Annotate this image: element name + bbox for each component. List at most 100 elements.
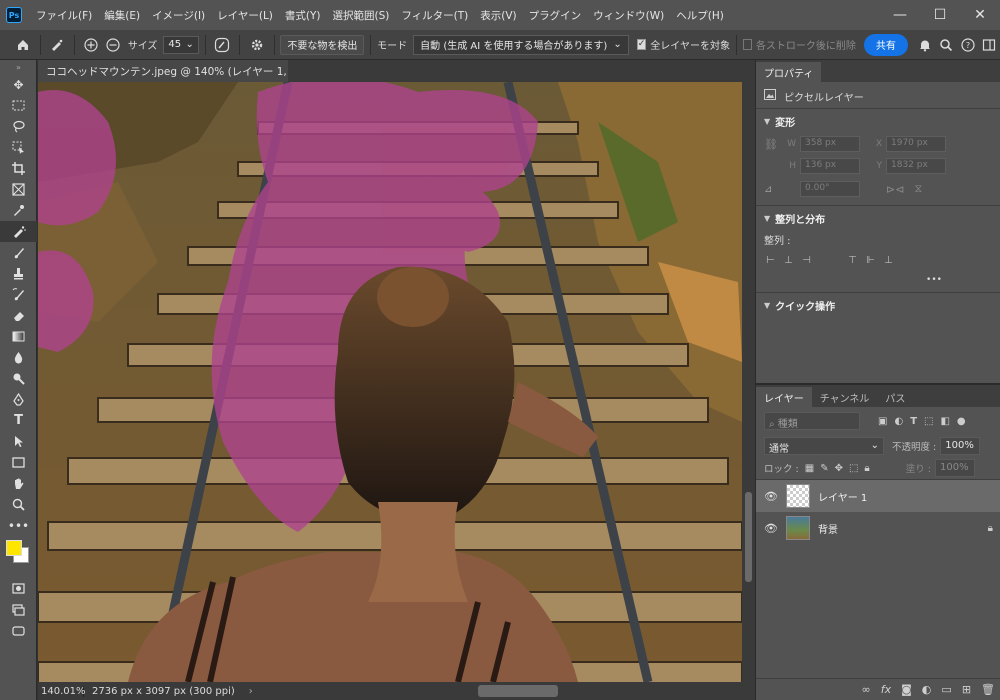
new-layer-icon[interactable]: ⊞ — [962, 683, 971, 696]
all-layers-checkbox[interactable]: ✓ — [636, 39, 647, 50]
lock-all-icon[interactable]: 🔒︎ — [864, 463, 869, 474]
width-field[interactable]: 358 px — [800, 136, 860, 152]
history-brush-tool-icon[interactable] — [0, 284, 37, 305]
menu-layer[interactable]: レイヤー(L) — [211, 8, 279, 23]
subtract-from-brush-icon[interactable] — [104, 34, 122, 56]
eyedropper-tool-icon[interactable] — [0, 200, 37, 221]
remove-after-stroke-checkbox[interactable] — [742, 39, 752, 50]
size-input[interactable]: 45 ⌄ — [163, 35, 199, 54]
menu-image[interactable]: イメージ(I) — [146, 8, 211, 23]
trash-icon[interactable]: 🗑︎ — [981, 683, 995, 696]
align-hcenter-icon[interactable]: ⊥ — [782, 254, 795, 267]
remove-tool-icon[interactable] — [0, 221, 37, 242]
filter-type-icon[interactable]: T — [910, 416, 917, 427]
document-canvas[interactable] — [38, 82, 742, 682]
height-field[interactable]: 136 px — [800, 158, 860, 174]
maximize-icon[interactable]: ☐ — [920, 0, 960, 30]
lock-artboard-icon[interactable]: ⬚ — [849, 463, 858, 474]
menu-window[interactable]: ウィンドウ(W) — [587, 8, 670, 23]
foreground-color-swatch[interactable] — [6, 540, 22, 556]
link-icon[interactable]: ⛓ — [764, 138, 784, 151]
close-icon[interactable]: ✕ — [960, 0, 1000, 30]
document-tab[interactable]: ココヘッドマウンテン.jpeg @ 140% (レイヤー 1, RGB/8#) … — [38, 60, 288, 82]
hand-tool-icon[interactable] — [0, 473, 37, 494]
blur-tool-icon[interactable] — [0, 347, 37, 368]
chevron-right-icon[interactable]: › — [249, 686, 253, 697]
menu-file[interactable]: ファイル(F) — [30, 8, 98, 23]
eye-icon[interactable]: 👁︎ — [764, 522, 778, 535]
filter-toggle-icon[interactable]: ● — [957, 416, 966, 427]
menu-filter[interactable]: フィルター(T) — [395, 8, 474, 23]
align-top-icon[interactable]: ⊤ — [846, 254, 859, 267]
detect-distractions-button[interactable]: 不要な物を検出 — [280, 34, 365, 55]
lasso-tool-icon[interactable] — [0, 116, 37, 137]
collapse-chevron-icon[interactable]: » — [0, 60, 37, 74]
notification-bell-icon[interactable] — [916, 34, 934, 56]
filter-pixel-icon[interactable]: ▣ — [878, 416, 887, 427]
lock-pixels-icon[interactable]: ✎ — [820, 463, 828, 474]
menu-help[interactable]: ヘルプ(H) — [670, 8, 730, 23]
path-selection-tool-icon[interactable] — [0, 431, 37, 452]
workspace-icon[interactable] — [981, 34, 999, 56]
help-icon[interactable]: ? — [959, 34, 977, 56]
more-tools-icon[interactable]: ••• — [0, 515, 37, 536]
angle-field[interactable]: 0.00° — [800, 181, 860, 197]
object-selection-tool-icon[interactable] — [0, 137, 37, 158]
flip-horizontal-icon[interactable]: ⊳⊲ — [886, 183, 904, 196]
menu-type[interactable]: 書式(Y) — [279, 8, 327, 23]
link-layers-icon[interactable]: ∞ — [862, 683, 871, 696]
align-right-icon[interactable]: ⊣ — [800, 254, 813, 267]
minimize-icon[interactable]: — — [880, 0, 920, 30]
vertical-scrollbar[interactable] — [742, 82, 755, 682]
tab-channels[interactable]: チャンネル — [812, 387, 878, 407]
folder-icon[interactable]: ▭ — [941, 683, 951, 696]
zoom-tool-icon[interactable] — [0, 494, 37, 515]
add-mask-icon[interactable]: ◙ — [901, 683, 912, 696]
frame-tool-icon[interactable] — [0, 179, 37, 200]
align-section-header[interactable]: ▼ 整列と分布 — [756, 206, 1000, 230]
pressure-size-icon[interactable] — [214, 34, 232, 56]
dodge-tool-icon[interactable] — [0, 368, 37, 389]
clone-stamp-tool-icon[interactable] — [0, 263, 37, 284]
transform-section-header[interactable]: ▼ 変形 — [756, 109, 1000, 133]
crop-tool-icon[interactable] — [0, 158, 37, 179]
menu-select[interactable]: 選択範囲(S) — [327, 8, 396, 23]
home-icon[interactable] — [14, 34, 32, 56]
rectangle-tool-icon[interactable] — [0, 452, 37, 473]
layer-kind-filter[interactable]: ⌕ 種類 — [764, 412, 860, 430]
vertical-scrollbar-thumb[interactable] — [745, 492, 752, 582]
align-left-icon[interactable]: ⊢ — [764, 254, 777, 267]
fx-icon[interactable]: fx — [881, 683, 891, 696]
align-vcenter-icon[interactable]: ⊩ — [864, 254, 877, 267]
tab-paths[interactable]: パス — [877, 387, 913, 407]
layer-row-background[interactable]: 👁︎ 背景 🔒︎ — [756, 512, 1000, 544]
adjustment-layer-icon[interactable]: ◐ — [922, 683, 932, 696]
eraser-tool-icon[interactable] — [0, 305, 37, 326]
more-options-icon[interactable]: ••• — [926, 275, 942, 285]
eye-icon[interactable]: 👁︎ — [764, 490, 778, 503]
mode-select[interactable]: 自動 (生成 AI を使用する場合があります) ⌄ — [413, 34, 629, 55]
search-icon[interactable] — [937, 34, 955, 56]
remove-tool-preset-icon[interactable] — [48, 34, 66, 56]
lock-transparent-icon[interactable]: ▦ — [805, 463, 814, 474]
share-button[interactable]: 共有 — [863, 33, 908, 56]
y-field[interactable]: 1832 px — [886, 158, 946, 174]
quick-mask-icon[interactable] — [0, 578, 37, 599]
gear-icon[interactable] — [248, 34, 266, 56]
tab-properties[interactable]: プロパティ — [756, 62, 822, 82]
quick-actions-header[interactable]: ▼ クイック操作 — [756, 293, 1000, 317]
menu-plugins[interactable]: プラグイン — [523, 8, 588, 23]
align-bottom-icon[interactable]: ⊥ — [882, 254, 895, 267]
menu-edit[interactable]: 編集(E) — [98, 8, 146, 23]
filter-adjustment-icon[interactable]: ◐ — [894, 416, 903, 427]
color-swatches[interactable] — [0, 536, 37, 566]
filter-smart-object-icon[interactable]: ◧ — [940, 416, 949, 427]
zoom-level[interactable]: 140.01% — [38, 685, 86, 697]
brush-tool-icon[interactable] — [0, 242, 37, 263]
fill-field[interactable]: 100% — [934, 459, 975, 477]
lock-position-icon[interactable]: ✥ — [835, 463, 843, 474]
gradient-tool-icon[interactable] — [0, 326, 37, 347]
generative-icon[interactable] — [0, 620, 37, 641]
x-field[interactable]: 1970 px — [886, 136, 946, 152]
horizontal-scrollbar-thumb[interactable] — [478, 685, 558, 697]
